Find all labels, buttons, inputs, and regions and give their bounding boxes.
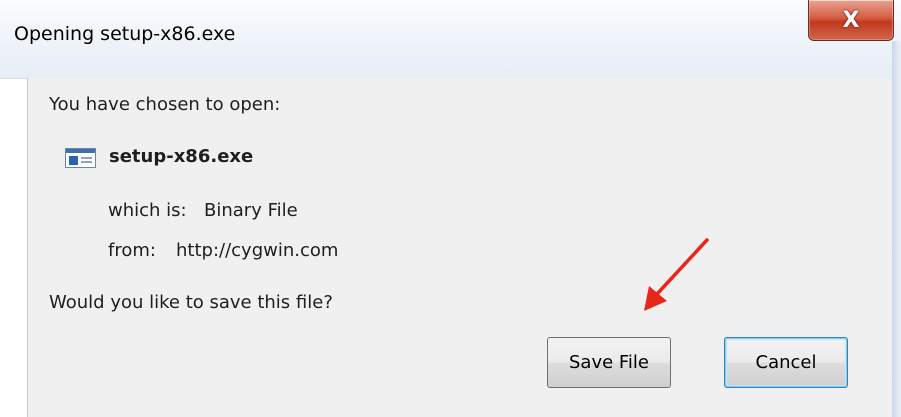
red-arrow-icon	[644, 238, 709, 311]
